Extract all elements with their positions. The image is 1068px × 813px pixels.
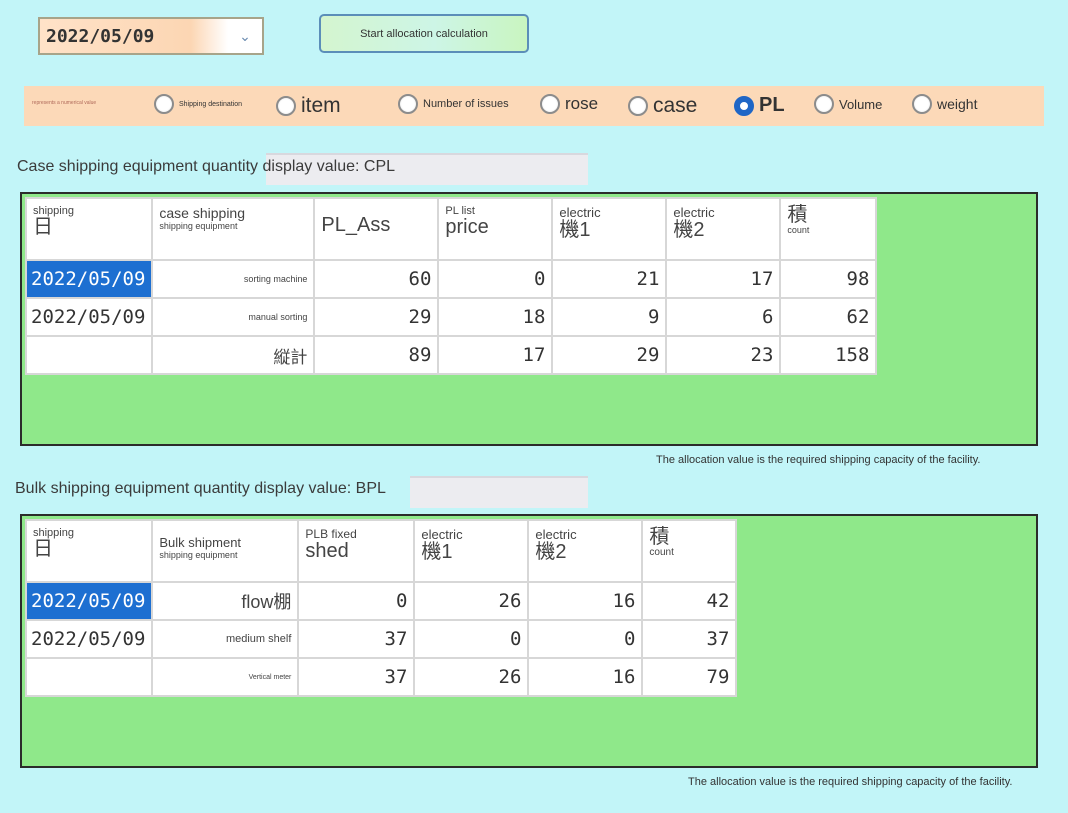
radio-circle-icon[interactable] <box>398 94 418 114</box>
equipment-label-cell: medium shelf <box>151 619 300 659</box>
date-select[interactable]: 2022/05/09 ⌄ <box>38 17 264 55</box>
header-case-shipping: case shipping shipping equipment <box>151 197 316 261</box>
header-plb-fixed-shed: PLB fixed shed <box>297 519 416 583</box>
table-header-row: shipping 日 case shipping shipping equipmen… <box>24 197 878 261</box>
value-cell: 17 <box>437 335 554 375</box>
equipment-label-cell: sorting machine <box>151 259 316 299</box>
table-header-row: shipping 日 Bulk shipment shipping equipmen… <box>24 519 738 583</box>
value-cell: 0 <box>527 619 644 659</box>
header-pl-list-price: PL list price <box>437 197 554 261</box>
date-cell-selected[interactable]: 2022/05/09 <box>24 259 154 299</box>
header-pl-ass: PL_Ass <box>313 197 440 261</box>
start-allocation-button[interactable]: Start allocation calculation <box>319 14 529 53</box>
radio-case[interactable]: case <box>628 94 697 118</box>
table-row: 2022/05/09 sorting machine 60 0 21 17 98 <box>24 259 878 299</box>
header-electric-1: electric 機1 <box>551 197 668 261</box>
value-cell: 26 <box>413 657 530 697</box>
value-cell: 98 <box>779 259 878 299</box>
value-cell: 29 <box>313 297 440 337</box>
value-cell: 37 <box>297 619 416 659</box>
radio-label: weight <box>937 96 978 112</box>
value-cell: 0 <box>413 619 530 659</box>
value-cell: 60 <box>313 259 440 299</box>
header-bulk-shipment: Bulk shipment shipping equipment <box>151 519 300 583</box>
value-cell: 16 <box>527 657 644 697</box>
table-row-total: Vertical meter 37 26 16 79 <box>24 657 738 697</box>
header-electric-2: electric 機2 <box>665 197 782 261</box>
equipment-label-cell: flow棚 <box>151 581 300 621</box>
table-row: 2022/05/09 flow棚 0 26 16 42 <box>24 581 738 621</box>
value-cell: 16 <box>527 581 644 621</box>
header-count: 積 count <box>641 519 738 583</box>
value-cell: 37 <box>297 657 416 697</box>
value-cell: 9 <box>551 297 668 337</box>
equipment-label-cell: manual sorting <box>151 297 316 337</box>
case-allocation-note: The allocation value is the required shi… <box>656 454 981 466</box>
date-cell[interactable] <box>24 335 154 375</box>
radio-circle-icon[interactable] <box>912 94 932 114</box>
value-cell: 89 <box>313 335 440 375</box>
radio-circle-icon[interactable] <box>540 94 560 114</box>
display-value-radio-group: represents a numerical value Shipping de… <box>24 86 1044 126</box>
total-label-cell: 縦計 <box>151 335 316 375</box>
radio-circle-icon[interactable] <box>628 96 648 116</box>
value-cell: 29 <box>551 335 668 375</box>
value-cell: 17 <box>665 259 782 299</box>
value-cell: 37 <box>641 619 738 659</box>
value-cell: 6 <box>665 297 782 337</box>
value-cell: 79 <box>641 657 738 697</box>
date-cell[interactable]: 2022/05/09 <box>24 619 154 659</box>
table-row: 2022/05/09 medium shelf 37 0 0 37 <box>24 619 738 659</box>
radio-circle-icon[interactable] <box>814 94 834 114</box>
value-cell: 21 <box>551 259 668 299</box>
chevron-down-icon[interactable]: ⌄ <box>228 28 262 45</box>
radio-label: case <box>653 94 698 117</box>
radio-label: PL <box>759 94 785 116</box>
radio-label: Volume <box>839 96 883 112</box>
date-cell[interactable]: 2022/05/09 <box>24 297 154 337</box>
radio-weight[interactable]: weight <box>912 94 977 114</box>
header-shipping-day: shipping 日 <box>24 197 154 261</box>
header-count: 積 count <box>779 197 878 261</box>
bulk-allocation-note: The allocation value is the required shi… <box>688 776 1013 788</box>
value-cell: 158 <box>779 335 878 375</box>
case-equipment-table: shipping 日 case shipping shipping equipmen… <box>24 197 878 375</box>
value-cell: 23 <box>665 335 782 375</box>
header-electric-2: electric 機2 <box>527 519 644 583</box>
header-electric-1: electric 機1 <box>413 519 530 583</box>
value-cell: 42 <box>641 581 738 621</box>
value-cell: 0 <box>297 581 416 621</box>
header-shipping-day: shipping 日 <box>24 519 154 583</box>
radio-circle-icon[interactable] <box>276 96 296 116</box>
case-equipment-panel: shipping 日 case shipping shipping equipmen… <box>20 192 1038 446</box>
value-cell: 26 <box>413 581 530 621</box>
case-section-title: Case shipping equipment quantity display… <box>17 158 396 175</box>
date-select-value: 2022/05/09 <box>40 19 228 53</box>
value-cell: 0 <box>437 259 554 299</box>
radio-number-of-issues[interactable]: Number of issues <box>398 94 509 114</box>
date-cell-selected[interactable]: 2022/05/09 <box>24 581 154 621</box>
value-cell: 62 <box>779 297 878 337</box>
radio-circle-icon[interactable] <box>154 94 174 114</box>
radio-volume[interactable]: Volume <box>814 94 882 114</box>
radio-label: Number of issues <box>423 98 509 110</box>
total-label-cell: Vertical meter <box>151 657 300 697</box>
radio-item[interactable]: item <box>276 94 341 118</box>
bulk-equipment-panel: shipping 日 Bulk shipment shipping equipmen… <box>20 514 1038 768</box>
radio-group-label: represents a numerical value <box>32 100 97 106</box>
date-cell[interactable] <box>24 657 154 697</box>
radio-label: item <box>301 94 341 117</box>
radio-label: rose <box>565 94 599 113</box>
bulk-equipment-table: shipping 日 Bulk shipment shipping equipmen… <box>24 519 738 697</box>
radio-rose[interactable]: rose <box>540 94 598 114</box>
bulk-title-box <box>410 476 588 508</box>
table-row-total: 縦計 89 17 29 23 158 <box>24 335 878 375</box>
value-cell: 18 <box>437 297 554 337</box>
radio-label: Shipping destination <box>179 100 243 108</box>
table-row: 2022/05/09 manual sorting 29 18 9 6 62 <box>24 297 878 337</box>
radio-pl[interactable]: PL <box>734 94 785 117</box>
radio-circle-checked-icon[interactable] <box>734 95 754 116</box>
bulk-section-title: Bulk shipping equipment quantity display… <box>15 480 386 497</box>
radio-shipping-destination[interactable]: Shipping destination <box>154 94 242 114</box>
